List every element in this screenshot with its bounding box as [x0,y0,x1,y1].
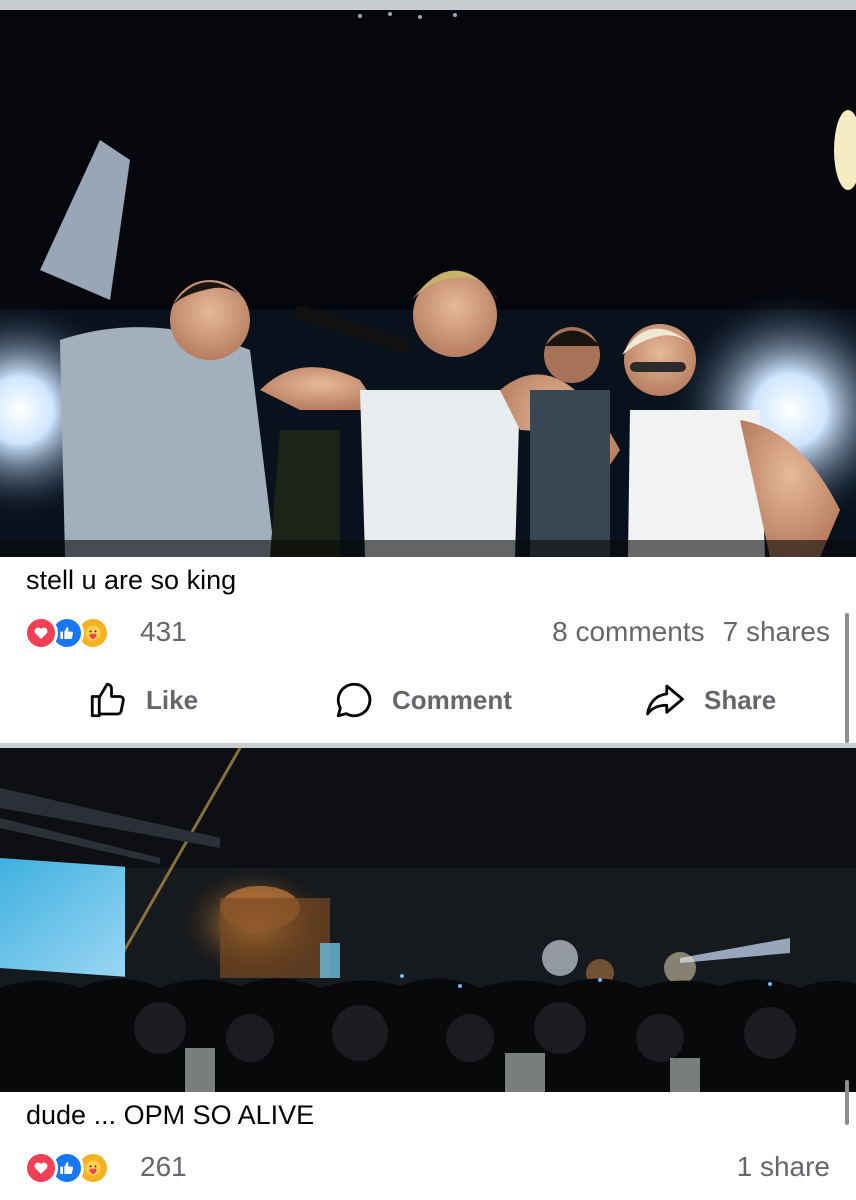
share-arrow-icon [646,684,684,716]
like-button[interactable]: Like [86,678,198,722]
engagement-stats: 1 share [737,1151,830,1183]
post-stats: 261 1 share [24,1148,830,1188]
comments-count[interactable]: 8 comments [552,616,705,647]
scrollbar[interactable] [845,613,849,743]
post-card: stell u are so king 431 8 comments 7 shar… [0,10,856,743]
love-icon [24,1151,58,1185]
share-button[interactable]: Share [642,678,776,722]
share-label: Share [704,684,777,715]
comment-button[interactable]: Comment [332,678,512,722]
love-icon [24,616,58,650]
post-card: dude ... OPM SO ALIVE 261 1 share [0,748,856,1200]
post-actions: Like Comment Share [0,668,856,728]
engagement-stats: 8 comments 7 shares [552,616,830,648]
comment-label: Comment [392,684,512,715]
reaction-icons[interactable] [24,1151,134,1185]
shares-count[interactable]: 1 share [737,1151,830,1182]
concert-photo-band [0,10,856,557]
post-photo[interactable] [0,10,856,557]
thumbs-up-icon [90,682,125,718]
reaction-count[interactable]: 261 [140,1151,187,1183]
scrollbar[interactable] [845,1080,849,1125]
top-separator [0,0,856,10]
post-caption: stell u are so king [26,565,237,595]
reaction-icons[interactable] [24,616,134,650]
concert-photo-crowd [0,748,856,1092]
post-photo[interactable] [0,748,856,1092]
post-caption: dude ... OPM SO ALIVE [26,1100,315,1130]
like-label: Like [146,684,199,715]
comment-bubble-icon [336,682,372,718]
post-stats: 431 8 comments 7 shares [24,613,830,653]
reaction-count[interactable]: 431 [140,616,187,648]
shares-count[interactable]: 7 shares [723,616,830,647]
